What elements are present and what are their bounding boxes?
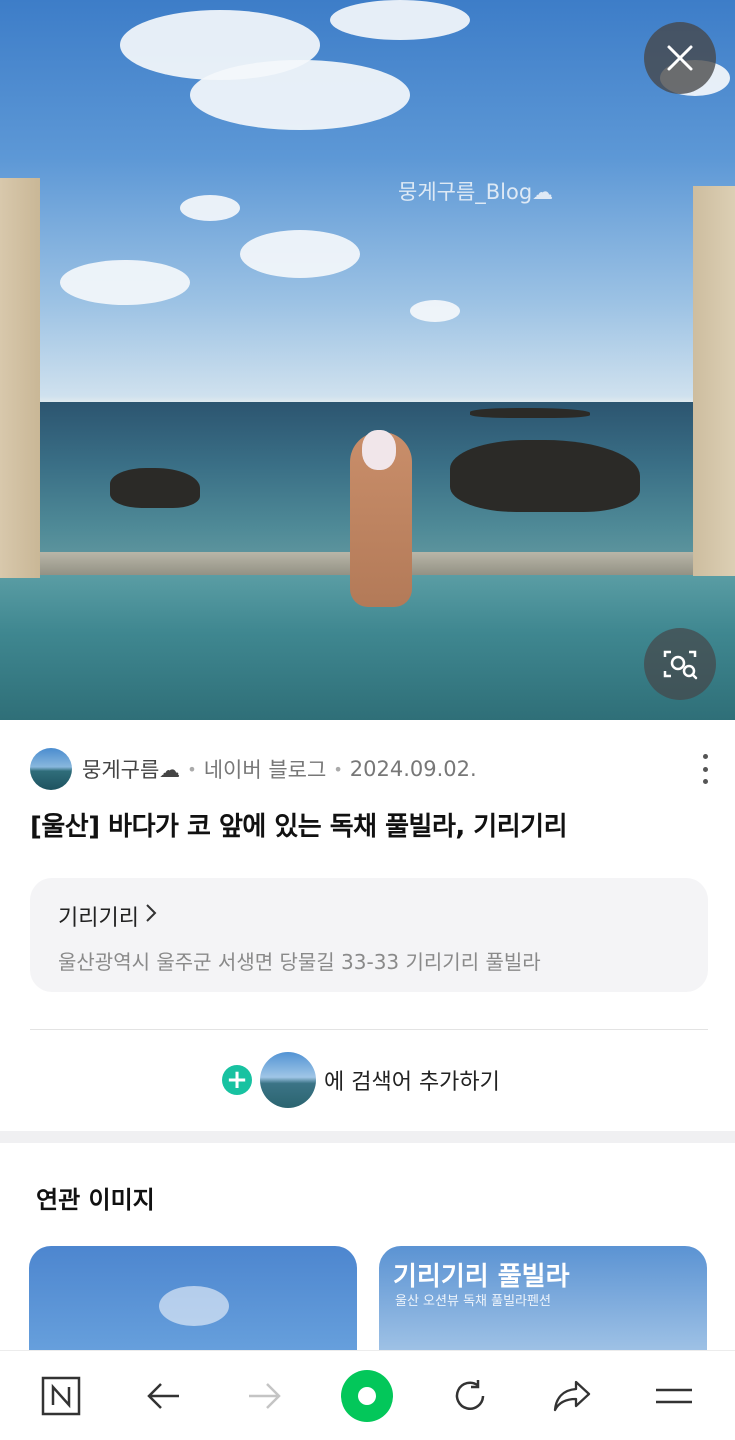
more-options-button[interactable] xyxy=(694,754,716,784)
blog-avatar[interactable] xyxy=(30,748,72,790)
image-search-icon xyxy=(663,650,698,680)
plus-icon: + xyxy=(222,1065,252,1095)
place-name: 기리기리 xyxy=(58,906,139,931)
share-button[interactable] xyxy=(542,1366,602,1426)
related-images-heading: 연관 이미지 xyxy=(36,1186,155,1214)
separator-dot: • xyxy=(187,759,197,779)
more-vertical-icon xyxy=(702,754,708,759)
search-thumbnail xyxy=(260,1052,316,1108)
forward-button[interactable] xyxy=(235,1366,295,1426)
image-watermark: 뭉게구름_Blog☁ xyxy=(398,180,554,204)
back-arrow-icon xyxy=(147,1382,180,1409)
naver-n-icon xyxy=(41,1376,81,1415)
rock xyxy=(450,440,640,512)
refresh-button[interactable] xyxy=(440,1366,500,1426)
post-title[interactable]: [울산] 바다가 코 앞에 있는 독채 풀빌라, 기리기리 xyxy=(30,806,568,843)
blog-name[interactable]: 뭉게구름☁ xyxy=(82,754,180,784)
related-image-card[interactable]: 기리기리 풀빌라 울산 오션뷰 독채 풀빌라펜션 xyxy=(379,1246,707,1366)
related-image-card[interactable] xyxy=(29,1246,357,1366)
image-search-button[interactable] xyxy=(644,628,716,700)
wall-right xyxy=(693,186,735,576)
menu-button[interactable] xyxy=(644,1366,704,1426)
post-meta: 뭉게구름☁ • 네이버 블로그 • 2024.09.02. xyxy=(30,748,477,790)
divider xyxy=(30,1029,708,1030)
post-date: 2024.09.02. xyxy=(349,757,477,781)
refresh-icon xyxy=(455,1379,484,1410)
menu-icon xyxy=(655,1388,692,1403)
close-icon xyxy=(667,45,693,71)
rock xyxy=(470,408,590,418)
browser-bottom-bar xyxy=(0,1350,735,1440)
rock xyxy=(110,468,200,508)
related-card-subtitle: 울산 오션뷰 독채 풀빌라펜션 xyxy=(395,1294,551,1309)
add-search-term-button[interactable]: + 에 검색어 추가하기 xyxy=(222,1052,500,1108)
cloud xyxy=(410,300,460,322)
face-sticker xyxy=(362,430,396,470)
cloud xyxy=(60,260,190,305)
separator-dot: • xyxy=(333,759,343,779)
home-button[interactable] xyxy=(31,1366,91,1426)
cloud xyxy=(190,60,410,130)
cloud xyxy=(180,195,240,221)
back-button[interactable] xyxy=(133,1366,193,1426)
green-dot-icon xyxy=(341,1369,394,1422)
place-card[interactable]: 기리기리 울산광역시 울주군 서생면 당물길 33-33 기리기리 풀빌라 xyxy=(30,878,708,992)
hero-image[interactable]: 뭉게구름_Blog☁ xyxy=(0,0,735,720)
forward-arrow-icon xyxy=(249,1382,282,1409)
place-address: 울산광역시 울주군 서생면 당물길 33-33 기리기리 풀빌라 xyxy=(58,950,541,974)
share-icon xyxy=(553,1380,590,1411)
add-search-label: 에 검색어 추가하기 xyxy=(324,1070,500,1095)
place-name-row[interactable]: 기리기리 xyxy=(58,900,680,932)
close-button[interactable] xyxy=(644,22,716,94)
wall-left xyxy=(0,178,40,578)
green-dot-button[interactable] xyxy=(337,1366,397,1426)
platform-name: 네이버 블로그 xyxy=(203,758,327,782)
cloud xyxy=(330,0,470,40)
chevron-right-icon xyxy=(145,903,157,929)
cloud xyxy=(240,230,360,278)
related-card-title: 기리기리 풀빌라 xyxy=(393,1262,570,1292)
section-separator xyxy=(0,1131,735,1143)
